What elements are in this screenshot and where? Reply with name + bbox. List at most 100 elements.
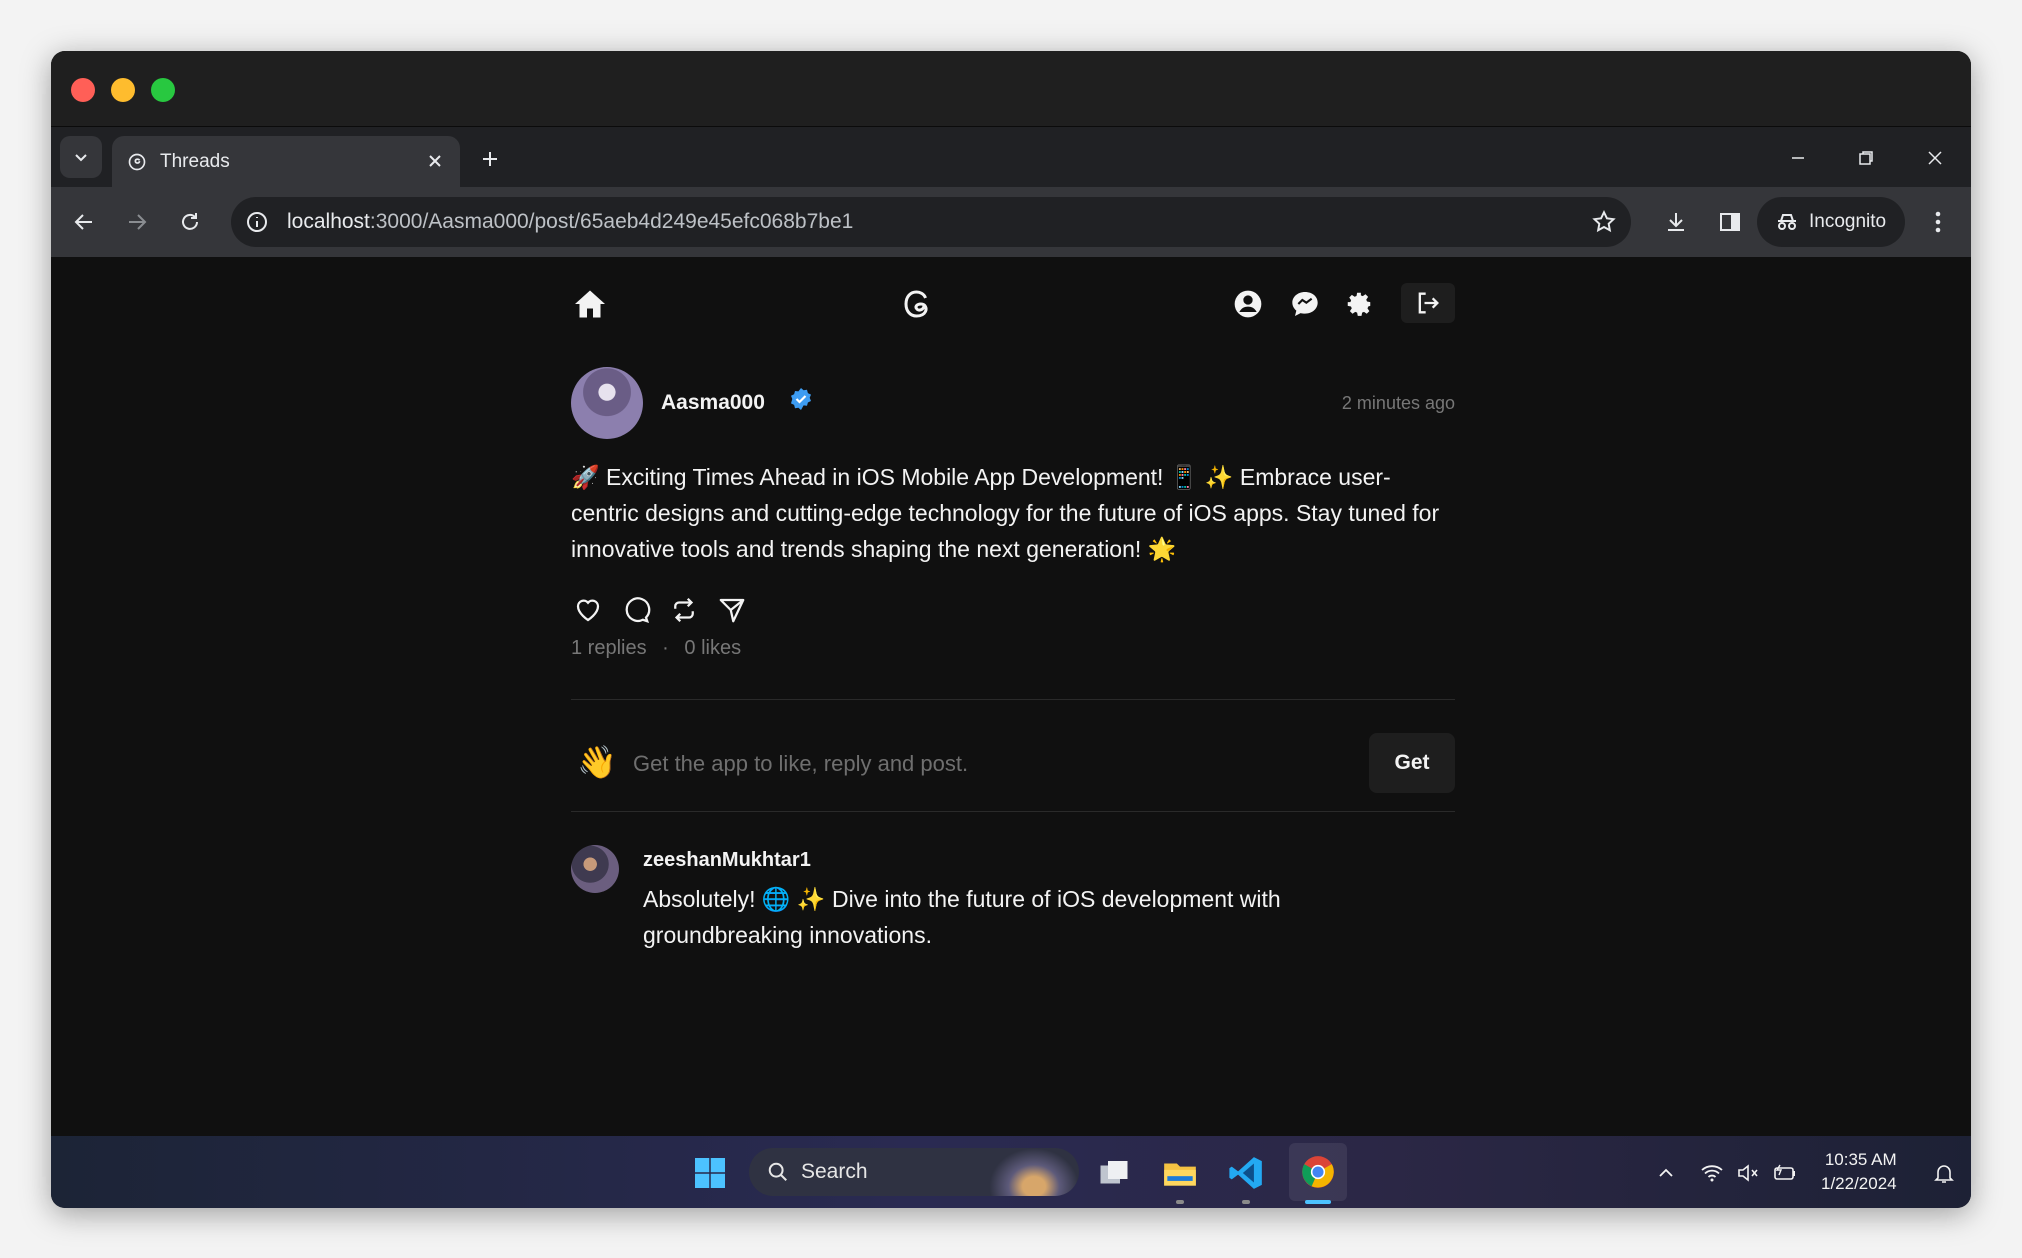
incognito-indicator[interactable]: Incognito (1757, 197, 1905, 247)
like-button[interactable] (571, 593, 605, 627)
reply-button[interactable] (619, 593, 653, 627)
tab-search-button[interactable] (60, 136, 102, 178)
vscode-icon (1229, 1157, 1262, 1189)
restore-button[interactable] (1849, 141, 1883, 175)
show-hidden-icons-button[interactable] (1651, 1158, 1681, 1188)
url-text[interactable]: localhost:3000/Aasma000/post/65aeb4d249e… (287, 210, 853, 234)
clock[interactable]: 10:35 AM 1/22/2024 (1821, 1148, 1897, 1196)
promo-text: Get the app to like, reply and post. (633, 751, 969, 776)
likes-count[interactable]: 0 likes (684, 637, 741, 659)
battery-button[interactable] (1770, 1158, 1800, 1188)
downloads-button[interactable] (1657, 203, 1695, 241)
plus-icon (483, 152, 497, 166)
send-icon (719, 598, 745, 623)
settings-icon (1347, 292, 1371, 316)
search-label: Search (801, 1160, 868, 1183)
replies-count[interactable]: 1 replies (571, 637, 647, 659)
get-app-button[interactable]: Get (1369, 733, 1455, 793)
logout-icon (1418, 292, 1439, 314)
reply-avatar[interactable] (571, 845, 619, 893)
page-content: Aasma000 2 minutes ago 🚀 Exciting Times … (51, 257, 1971, 1136)
volume-button[interactable] (1733, 1158, 1763, 1188)
tab-strip: Threads (51, 127, 1971, 187)
home-button[interactable] (571, 285, 609, 323)
close-tab-icon[interactable] (424, 150, 446, 172)
arrow-right-icon (129, 214, 147, 230)
close-button[interactable] (1918, 141, 1952, 175)
task-view-button[interactable] (1091, 1150, 1137, 1196)
reload-button[interactable] (171, 203, 209, 241)
taskbar: Search 10:35 AM 1/22/2024 (51, 1136, 1971, 1208)
clock-date: 1/22/2024 (1821, 1174, 1897, 1193)
notifications-button[interactable] (1929, 1158, 1959, 1188)
side-panel-icon (1720, 213, 1740, 231)
vscode-button[interactable] (1223, 1150, 1269, 1196)
file-explorer-button[interactable] (1157, 1150, 1203, 1196)
wifi-icon (1701, 1165, 1723, 1182)
heart-icon (576, 599, 600, 622)
divider (571, 811, 1455, 812)
post-username[interactable]: Aasma000 (661, 391, 765, 415)
threads-logo[interactable] (899, 285, 937, 323)
wifi-button[interactable] (1697, 1158, 1727, 1188)
threads-logo-icon (904, 290, 928, 318)
comment-icon (625, 597, 651, 624)
restore-icon (1859, 151, 1873, 165)
browser-window: Threads localhost:3000/Aasma000/post/65a… (51, 51, 1971, 1208)
tab-threads[interactable]: Threads (112, 136, 460, 187)
back-button[interactable] (65, 203, 103, 241)
clock-time: 10:35 AM (1824, 1150, 1897, 1169)
chrome-icon (1302, 1156, 1334, 1188)
maximize-window-button[interactable] (151, 78, 175, 102)
side-panel-button[interactable] (1711, 203, 1749, 241)
avatar[interactable] (571, 367, 643, 439)
repost-button[interactable] (667, 593, 701, 627)
app-promo: 👋 Get the app to like, reply and post. G… (571, 731, 1455, 795)
battery-icon (1774, 1164, 1795, 1180)
repost-icon (674, 597, 694, 623)
minimize-button[interactable] (1781, 141, 1815, 175)
profile-button[interactable] (1229, 285, 1267, 323)
close-icon (1928, 151, 1942, 165)
post-time: 2 minutes ago (1341, 393, 1455, 413)
download-icon (1668, 213, 1684, 231)
chevron-down-icon (75, 154, 87, 162)
divider (571, 699, 1455, 700)
search-icon (768, 1162, 787, 1181)
search-highlight-image (989, 1148, 1079, 1196)
bookmark-star-icon[interactable] (1591, 209, 1617, 235)
post-text: 🚀 Exciting Times Ahead in iOS Mobile App… (571, 464, 1440, 562)
stats-separator: · (662, 637, 669, 659)
start-button[interactable] (687, 1150, 733, 1196)
chat-button[interactable] (1286, 285, 1324, 323)
browser-toolbar: localhost:3000/Aasma000/post/65aeb4d249e… (51, 187, 1971, 257)
chat-icon (1292, 292, 1318, 316)
menu-button[interactable] (1919, 203, 1957, 241)
share-button[interactable] (715, 593, 749, 627)
active-indicator (1305, 1200, 1331, 1204)
post-stats: 1 replies · 0 likes (571, 637, 741, 660)
app-header (571, 279, 1455, 327)
address-bar[interactable]: localhost:3000/Aasma000/post/65aeb4d249e… (231, 197, 1631, 247)
close-window-button[interactable] (71, 78, 95, 102)
window-titlebar (51, 51, 1971, 127)
chrome-button[interactable] (1289, 1143, 1347, 1201)
minimize-window-button[interactable] (111, 78, 135, 102)
reply-text: Absolutely! 🌐 ✨ Dive into the future of … (643, 886, 1281, 948)
new-tab-button[interactable] (473, 142, 507, 176)
taskbar-search[interactable]: Search (749, 1148, 1079, 1196)
reply-username[interactable]: zeeshanMukhtar1 (643, 849, 811, 872)
arrow-left-icon (74, 214, 92, 230)
logout-button[interactable] (1401, 283, 1455, 323)
tab-title: Threads (160, 150, 230, 172)
settings-button[interactable] (1340, 285, 1378, 323)
site-info-icon[interactable] (245, 210, 269, 234)
forward-button[interactable] (118, 203, 156, 241)
home-icon (575, 290, 605, 318)
running-indicator (1242, 1200, 1250, 1204)
bell-icon (1934, 1165, 1954, 1183)
folder-icon (1164, 1163, 1196, 1186)
url-host: localhost (287, 210, 370, 233)
threads-favicon-icon (126, 151, 148, 173)
verified-badge-icon (791, 388, 811, 410)
